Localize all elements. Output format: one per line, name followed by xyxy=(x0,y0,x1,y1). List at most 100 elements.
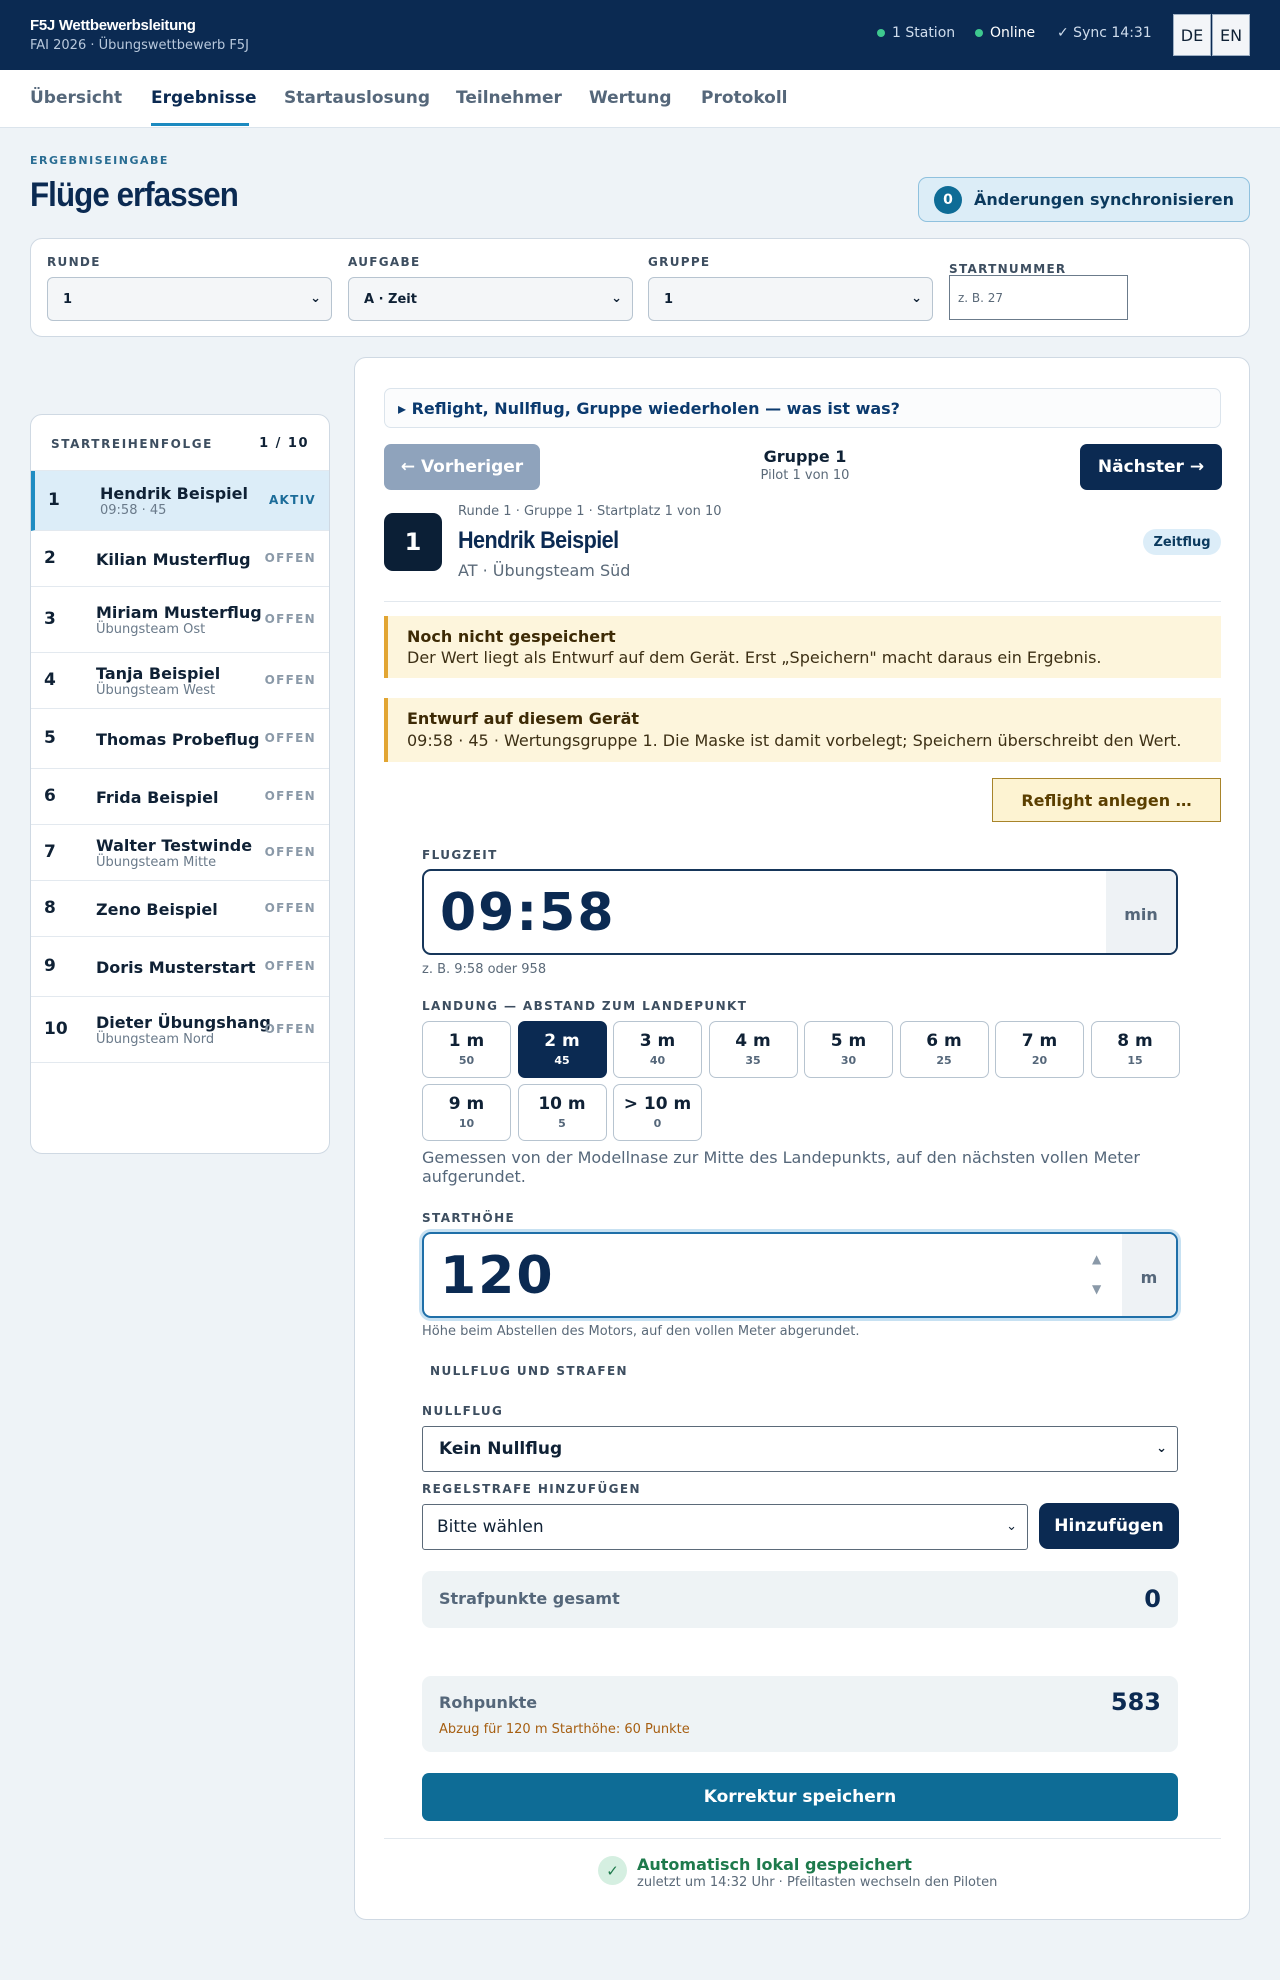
pilot-list-item[interactable]: 6 Frida Beispiel OFFEN xyxy=(31,769,329,825)
sync-changes-button[interactable]: 0 Änderungen synchronisieren xyxy=(918,177,1250,222)
startnummer-input[interactable]: z. B. 27 xyxy=(949,275,1128,320)
pilot-list-item[interactable]: 9 Doris Musterstart OFFEN xyxy=(31,937,329,997)
startnummer-label: STARTNUMMER xyxy=(949,262,1067,276)
landing-option-button[interactable]: 9 m 10 xyxy=(422,1084,511,1141)
start-order-title: STARTREIHENFOLGE xyxy=(51,437,213,451)
gruppe-label: GRUPPE xyxy=(648,255,711,269)
tab-startauslosung[interactable]: Startauslosung xyxy=(284,88,430,108)
lang-en-button[interactable]: EN xyxy=(1212,14,1250,56)
autosave-title: Automatisch lokal gespeichert xyxy=(637,1855,912,1874)
pilot-list-name: Zeno Beispiel xyxy=(96,900,218,919)
tab-uebersicht[interactable]: Übersicht xyxy=(30,88,122,108)
starthoehe-label: STARTHÖHE xyxy=(422,1211,516,1225)
landing-option-button[interactable]: 4 m 35 xyxy=(708,1021,798,1078)
landing-points: 35 xyxy=(745,1054,761,1067)
pilot-status-badge: OFFEN xyxy=(264,789,316,803)
pilot-status-badge: OFFEN xyxy=(264,845,316,859)
pilot-list-name: Tanja Beispiel xyxy=(96,664,221,683)
pilot-list-item[interactable]: 10 Dieter Übungshang Übungsteam Nord OFFEN xyxy=(31,997,329,1063)
spinner-up-icon[interactable]: ▲ xyxy=(1092,1252,1101,1266)
chevron-down-icon: ⌄ xyxy=(611,291,622,306)
nullflug-select[interactable]: Kein Nullflug ⌄ xyxy=(422,1426,1178,1472)
starthoehe-input[interactable]: 120 ▲ ▼ m xyxy=(422,1232,1178,1318)
pilot-list-item[interactable]: 2 Kilian Musterflug OFFEN xyxy=(31,531,329,587)
gruppe-select[interactable]: 1 ⌄ xyxy=(648,277,933,321)
pilot-status-badge: OFFEN xyxy=(264,551,316,565)
spinner-down-icon[interactable]: ▼ xyxy=(1092,1282,1101,1296)
landing-option-button[interactable]: 6 m 25 xyxy=(899,1021,989,1078)
station-status: 1 Station xyxy=(877,25,955,41)
landing-distance: 7 m xyxy=(1021,1031,1058,1051)
regelstrafe-label: REGELSTRAFE HINZUFÜGEN xyxy=(422,1482,641,1496)
tab-wertung[interactable]: Wertung xyxy=(589,88,672,108)
pilot-list-item[interactable]: 8 Zeno Beispiel OFFEN xyxy=(31,881,329,937)
landing-distance: 1 m xyxy=(448,1031,485,1051)
landing-points: 30 xyxy=(840,1054,857,1067)
landing-points: 45 xyxy=(554,1054,570,1067)
landing-option-button[interactable]: 8 m 15 xyxy=(1090,1021,1180,1078)
landing-distance: 10 m xyxy=(538,1094,586,1114)
start-order-count: 1 / 10 xyxy=(259,436,309,451)
aufgabe-select[interactable]: A · Zeit ⌄ xyxy=(348,277,633,321)
tab-teilnehmer[interactable]: Teilnehmer xyxy=(456,88,562,108)
runde-select[interactable]: 1 ⌄ xyxy=(47,277,332,321)
pilot-list-name: Thomas Probeflug xyxy=(96,730,260,749)
raw-points-value: 583 xyxy=(1110,1688,1161,1716)
landing-option-button[interactable]: 10 m 5 xyxy=(517,1084,607,1141)
runde-label: RUNDE xyxy=(47,255,101,269)
check-icon: ✓ xyxy=(598,1856,627,1885)
next-pilot-button[interactable]: Nächster → xyxy=(1080,444,1222,490)
landing-option-button[interactable]: 7 m 20 xyxy=(995,1021,1084,1078)
tab-ergebnisse[interactable]: Ergebnisse xyxy=(151,88,257,108)
start-order-header: STARTREIHENFOLGE 1 / 10 xyxy=(31,415,329,471)
regelstrafe-select[interactable]: Bitte wählen ⌄ xyxy=(422,1504,1028,1550)
add-penalty-button[interactable]: Hinzufügen xyxy=(1039,1503,1179,1549)
lang-de-button[interactable]: DE xyxy=(1173,14,1211,56)
landing-distance: 4 m xyxy=(735,1031,771,1051)
landing-option-button[interactable]: > 10 m 0 xyxy=(613,1084,702,1141)
tab-protokoll[interactable]: Protokoll xyxy=(701,88,788,108)
flugzeit-input[interactable]: 09:58 min xyxy=(422,869,1178,955)
pilot-status-badge: OFFEN xyxy=(264,673,316,687)
pilot-start-number: 2 xyxy=(44,548,56,568)
pilot-list-name: Kilian Musterflug xyxy=(96,550,251,569)
active-tab-indicator xyxy=(151,123,249,126)
page-eyebrow: ERGEBNISEINGABE xyxy=(30,154,169,167)
landing-option-button[interactable]: 1 m 50 xyxy=(422,1021,511,1078)
landing-points: 25 xyxy=(936,1054,952,1067)
save-correction-button[interactable]: Korrektur speichern xyxy=(422,1773,1178,1821)
pilot-list-name: Frida Beispiel xyxy=(96,788,219,807)
landing-distance: 9 m xyxy=(448,1094,485,1114)
help-toggle[interactable]: ▸ Reflight, Nullflug, Gruppe wiederholen… xyxy=(384,388,1221,428)
pilot-list-item[interactable]: 5 Thomas Probeflug OFFEN xyxy=(31,709,329,769)
app-subtitle: FAI 2026 · Übungswettbewerb F5J xyxy=(30,38,249,53)
chevron-down-icon: ⌄ xyxy=(911,291,922,306)
pilot-name: Hendrik Beispiel xyxy=(458,527,619,554)
pilot-list-name: Walter Testwinde xyxy=(96,836,253,855)
landing-option-button[interactable]: 3 m 40 xyxy=(613,1021,702,1078)
pilot-start-number: 6 xyxy=(44,786,56,806)
pilot-list-meta: Übungsteam Mitte xyxy=(96,855,217,870)
landing-points: 40 xyxy=(649,1054,666,1067)
chevron-down-icon: ⌄ xyxy=(310,291,321,306)
flugzeit-label: FLUGZEIT xyxy=(422,848,498,862)
app-title: F5J Wettbewerbsleitung xyxy=(30,17,196,34)
pilot-list-item[interactable]: 3 Miriam Musterflug Übungsteam Ost OFFEN xyxy=(31,587,329,653)
landing-option-button[interactable]: 2 m 45 xyxy=(517,1021,607,1078)
pilot-status-badge: OFFEN xyxy=(264,901,316,915)
create-reflight-button[interactable]: Reflight anlegen … xyxy=(992,778,1221,822)
pilot-list-item[interactable]: 7 Walter Testwinde Übungsteam Mitte OFFEN xyxy=(31,825,329,881)
pilot-start-number: 5 xyxy=(44,728,56,748)
pilot-status-badge: OFFEN xyxy=(264,731,316,745)
landing-option-button[interactable]: 5 m 30 xyxy=(804,1021,893,1078)
starthoehe-value: 120 xyxy=(440,1246,555,1306)
pilot-start-number: 3 xyxy=(44,609,56,629)
pilot-list-name: Doris Musterstart xyxy=(96,958,256,977)
sync-changes-label: Änderungen synchronisieren xyxy=(974,190,1234,209)
pilot-list-item[interactable]: 1 Hendrik Beispiel 09:58 · 45 AKTIV xyxy=(31,471,329,531)
previous-pilot-button[interactable]: ← Vorheriger xyxy=(384,444,540,490)
pilot-list-meta: Übungsteam West xyxy=(96,683,216,698)
penalty-total-value: 0 xyxy=(1144,1585,1161,1613)
divider xyxy=(384,601,1221,602)
pilot-list-item[interactable]: 4 Tanja Beispiel Übungsteam West OFFEN xyxy=(31,653,329,709)
